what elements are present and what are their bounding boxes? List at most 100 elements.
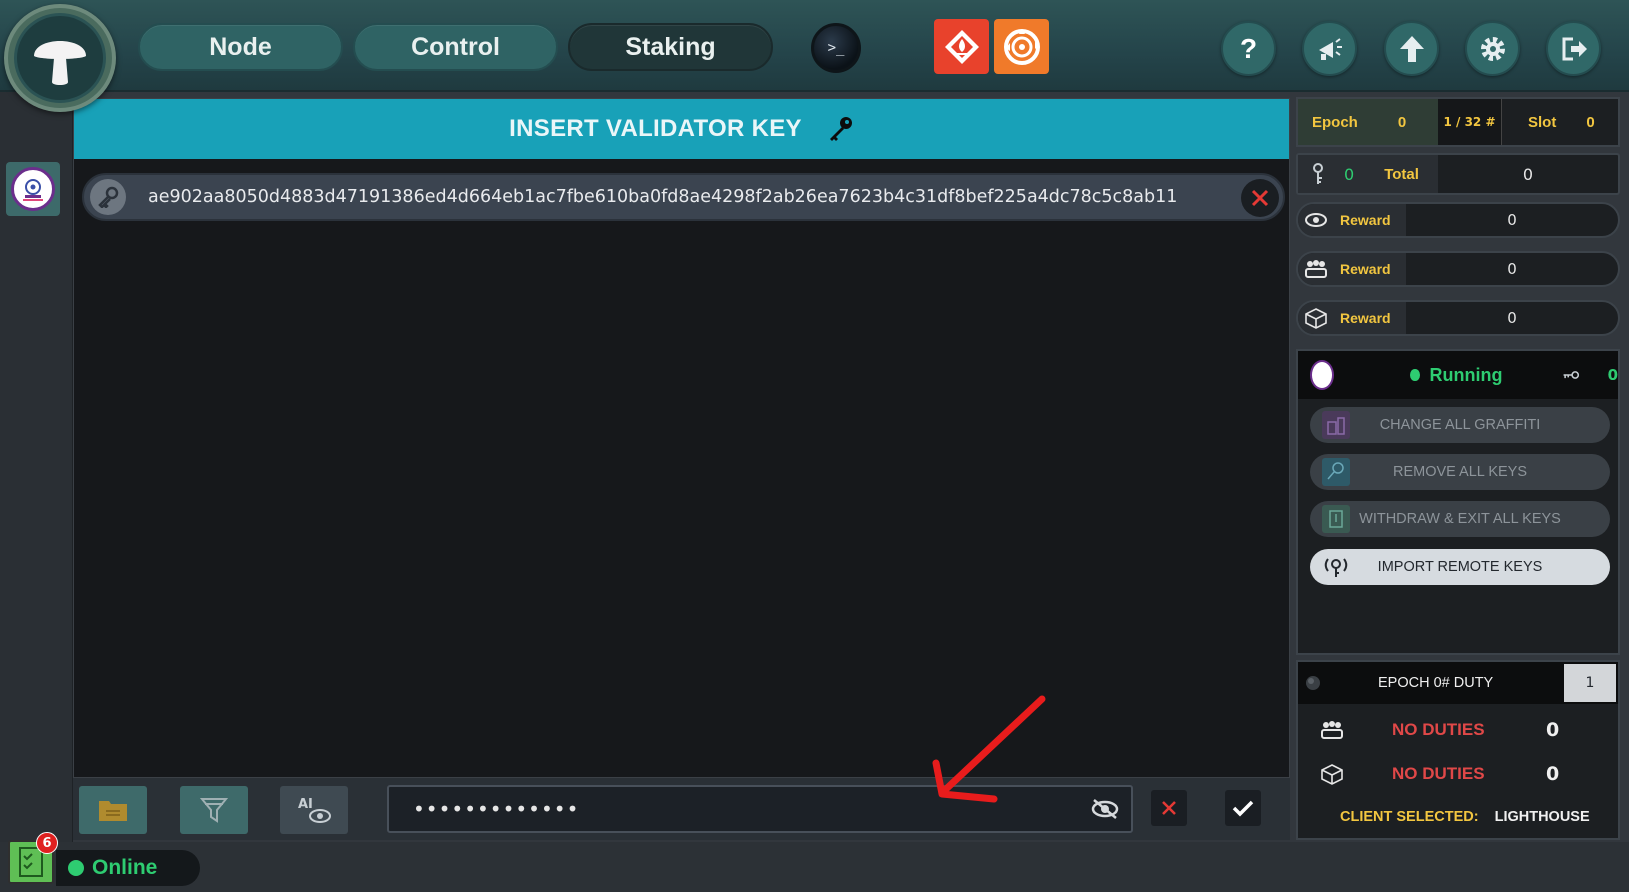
app-logo[interactable]: [4, 4, 116, 112]
nav-staking[interactable]: Staking: [568, 23, 773, 71]
terminal-icon: >_: [827, 40, 845, 56]
duty-value: 0: [1546, 763, 1560, 785]
cube-icon: [1321, 764, 1343, 785]
online-label: Online: [92, 856, 158, 879]
graffiti-icon: [1322, 411, 1350, 439]
status-dot: [1410, 369, 1420, 381]
eye-off-icon[interactable]: [1091, 797, 1119, 821]
epoch-progress: 1 / 32 #: [1438, 99, 1502, 145]
nav-control[interactable]: Control: [353, 23, 558, 71]
epoch-slot-box: Epoch 0 1 / 32 # Slot 0: [1296, 97, 1620, 147]
grafana-icon: [1003, 28, 1040, 65]
committee-icon: [1321, 721, 1343, 739]
arrow-up-icon: [1399, 35, 1424, 62]
action-label: REMOVE ALL KEYS: [1392, 464, 1528, 480]
keys-count: 0: [1344, 164, 1355, 184]
duty-row-committee: NO DUTIES 0: [1298, 712, 1618, 748]
insert-key-panel: INSERT VALIDATOR KEY ae902aa8050d4883d47…: [73, 98, 1290, 840]
logout-icon: [1562, 37, 1587, 60]
remove-key-button[interactable]: [1241, 179, 1279, 217]
remove-keys-icon: [1322, 458, 1350, 486]
total-label: Total: [1384, 165, 1419, 183]
client-status-header: Running 0: [1298, 351, 1618, 399]
ai-eye-button[interactable]: AI: [280, 786, 348, 834]
filter-icon: [199, 798, 229, 823]
gear-icon: [1480, 36, 1505, 61]
action-label: IMPORT REMOTE KEYS: [1377, 559, 1543, 575]
change-all-graffiti-button[interactable]: CHANGE ALL GRAFFITI: [1310, 407, 1610, 443]
remove-all-keys-button[interactable]: REMOVE ALL KEYS: [1310, 454, 1610, 490]
duty-label: NO DUTIES: [1392, 720, 1485, 739]
cancel-button[interactable]: [1151, 790, 1187, 826]
reward-sync-committee-row: Reward 0: [1296, 251, 1620, 287]
withdraw-icon: [1322, 505, 1350, 533]
ai-eye-icon: AI: [298, 797, 331, 823]
terminal-button[interactable]: >_: [811, 23, 861, 73]
check-icon: [1232, 800, 1254, 817]
client-selected: CLIENT SELECTED: LIGHTHOUSE: [1340, 809, 1590, 825]
reward-block-row: Reward 0: [1296, 300, 1620, 336]
client-key-count: 0: [1607, 366, 1618, 384]
validator-client-panel: Running 0 CHANGE ALL GRAFFITI REMOVE ALL…: [1296, 349, 1620, 655]
duty-icon: [1306, 676, 1320, 690]
committee-icon: [1305, 260, 1327, 278]
key-icon: [829, 117, 852, 141]
reward-attestation-row: Reward 0: [1296, 202, 1620, 238]
mushroom-logo-icon: [34, 41, 86, 85]
action-label: WITHDRAW & EXIT ALL KEYS: [1359, 511, 1561, 527]
prometheus-button[interactable]: [934, 19, 989, 74]
nav-node[interactable]: Node: [138, 23, 343, 71]
epoch-value: 0: [1397, 113, 1407, 131]
remote-key-icon: [1322, 553, 1350, 581]
slot-label: Slot: [1528, 113, 1557, 131]
settings-button[interactable]: [1465, 21, 1520, 76]
duty-label: NO DUTIES: [1392, 764, 1485, 783]
keys-total-box: 0 Total 0: [1296, 153, 1620, 195]
import-remote-keys-button[interactable]: IMPORT REMOTE KEYS: [1310, 549, 1610, 585]
online-dot: [68, 860, 84, 876]
reward-value: 0: [1507, 309, 1517, 327]
open-folder-button[interactable]: [79, 786, 147, 834]
status-bar: [0, 842, 1629, 892]
validator-key-text: ae902aa8050d4883d47191386ed4d664eb1ac7fb…: [148, 187, 1178, 207]
filter-button[interactable]: [180, 786, 248, 834]
key-input-bar: AI: [73, 777, 1290, 840]
svg-text:AI: AI: [298, 797, 313, 812]
epoch-duty-panel: EPOCH 0# DUTY 1 NO DUTIES 0 NO DUTIES 0 …: [1296, 660, 1620, 840]
annotation-arrow: [932, 695, 1046, 803]
grafana-button[interactable]: [994, 19, 1049, 74]
withdraw-exit-all-keys-button[interactable]: WITHDRAW & EXIT ALL KEYS: [1310, 501, 1610, 537]
slot-value: 0: [1586, 113, 1595, 131]
key-circle-icon: [90, 179, 126, 215]
help-icon: ?: [1239, 32, 1258, 64]
cube-icon: [1305, 308, 1327, 329]
client-selected-value: LIGHTHOUSE: [1494, 809, 1590, 825]
prometheus-icon: [944, 29, 979, 64]
online-status: Online: [56, 850, 200, 886]
duty-title: EPOCH 0# DUTY: [1378, 675, 1494, 691]
eye-icon: [1305, 213, 1327, 227]
client-status: Running: [1429, 364, 1503, 385]
confirm-button[interactable]: [1225, 790, 1261, 826]
announcement-icon: [1318, 37, 1342, 60]
duty-header: EPOCH 0# DUTY 1: [1298, 662, 1618, 704]
action-label: CHANGE ALL GRAFFITI: [1379, 417, 1541, 433]
duty-row-block: NO DUTIES 0: [1298, 756, 1618, 792]
lighthouse-client-icon: [1310, 360, 1335, 390]
update-button[interactable]: [1384, 21, 1439, 76]
logout-button[interactable]: [1546, 21, 1601, 76]
help-button[interactable]: ?: [1221, 21, 1276, 76]
tasks-count-badge: 6: [36, 832, 58, 854]
duty-epoch-input[interactable]: 1: [1564, 664, 1616, 702]
reward-label: Reward: [1340, 261, 1391, 277]
lighthouse-client-icon: [11, 167, 55, 211]
panel-header: INSERT VALIDATOR KEY: [74, 99, 1289, 159]
reward-label: Reward: [1340, 310, 1391, 326]
duty-value: 0: [1546, 719, 1560, 741]
epoch-label: Epoch: [1312, 113, 1358, 131]
panel-title: INSERT VALIDATOR KEY: [509, 115, 802, 142]
announcement-button[interactable]: [1302, 21, 1357, 76]
sidebar-client-lighthouse[interactable]: [6, 162, 60, 216]
close-icon: [1162, 801, 1176, 815]
validator-key-row: ae902aa8050d4883d47191386ed4d664eb1ac7fb…: [82, 173, 1285, 221]
